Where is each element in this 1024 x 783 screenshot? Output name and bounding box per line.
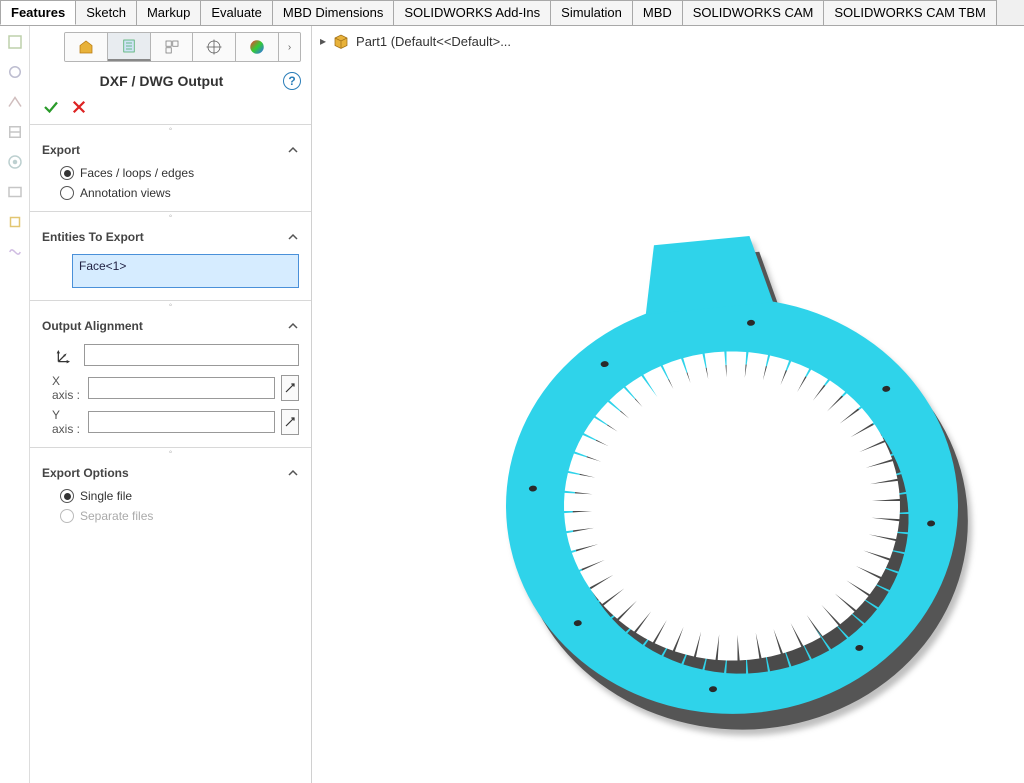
export-radio-faces[interactable]: Faces / loops / edges [42, 163, 299, 183]
fm-tab-property[interactable] [108, 33, 151, 61]
section-alignment-head: Output Alignment [42, 319, 143, 333]
part-icon [332, 32, 350, 50]
chevron-up-icon[interactable] [287, 231, 299, 243]
section-entities-head: Entities To Export [42, 230, 144, 244]
help-icon[interactable]: ? [283, 72, 301, 90]
tool-icon-3[interactable] [5, 92, 25, 112]
options-radio-separate-label: Separate files [80, 509, 153, 523]
section-alignment: Output Alignment X axis : Y axis : [30, 309, 311, 448]
yaxis-label: Y axis : [52, 408, 82, 436]
breadcrumb-expand-icon[interactable]: ▸ [320, 34, 326, 48]
options-radio-separate: Separate files [42, 506, 299, 526]
chevron-up-icon[interactable] [287, 144, 299, 156]
radio-dot-icon [60, 166, 74, 180]
section-entities: Entities To Export Face<1> [30, 220, 311, 301]
fm-tab-config[interactable] [151, 33, 194, 61]
entities-selection-box[interactable]: Face<1> [72, 254, 299, 288]
ribbon-tab-features[interactable]: Features [0, 0, 76, 25]
tool-icon-8[interactable] [5, 242, 25, 262]
export-radio-annotation-label: Annotation views [80, 186, 171, 200]
section-export-options: Export Options Single file Separate file… [30, 456, 311, 534]
ribbon-tabs: FeaturesSketchMarkupEvaluateMBD Dimensio… [0, 0, 1024, 26]
model-part[interactable] [462, 206, 1002, 766]
entity-item[interactable]: Face<1> [79, 259, 292, 273]
property-panel: › DXF / DWG Output ? ◦ Export Faces / lo… [30, 26, 312, 783]
section-export: Export Faces / loops / edges Annotation … [30, 133, 311, 212]
ribbon-tab-sketch[interactable]: Sketch [75, 0, 137, 25]
fm-tab-dim[interactable] [193, 33, 236, 61]
tool-icon-7[interactable] [5, 212, 25, 232]
ribbon-tab-mbd[interactable]: MBD [632, 0, 683, 25]
section-export-head: Export [42, 143, 80, 157]
breadcrumb-text: Part1 (Default<<Default>... [356, 34, 511, 49]
tool-icon-1[interactable] [5, 32, 25, 52]
alignment-primary-input[interactable] [84, 344, 299, 366]
export-radio-faces-label: Faces / loops / edges [80, 166, 194, 180]
panel-grip-3[interactable]: ◦ [30, 301, 311, 309]
cancel-button[interactable] [70, 98, 88, 116]
left-tool-column [0, 26, 30, 783]
radio-dot-icon [60, 489, 74, 503]
yaxis-input[interactable] [88, 411, 275, 433]
ribbon-tab-evaluate[interactable]: Evaluate [200, 0, 273, 25]
radio-dot-icon [60, 509, 74, 523]
breadcrumb[interactable]: ▸ Part1 (Default<<Default>... [320, 32, 511, 50]
chevron-up-icon[interactable] [287, 320, 299, 332]
export-radio-annotation[interactable]: Annotation views [42, 183, 299, 203]
panel-grip-2[interactable]: ◦ [30, 212, 311, 220]
feature-manager-tabs: › [64, 32, 301, 62]
yaxis-flip-button[interactable] [281, 409, 299, 435]
xaxis-input[interactable] [88, 377, 275, 399]
fm-tab-more[interactable]: › [279, 33, 300, 61]
fm-tab-assembly[interactable] [65, 33, 108, 61]
graphics-viewport[interactable]: ▸ Part1 (Default<<Default>... [312, 26, 1024, 783]
ribbon-tab-mbd-dimensions[interactable]: MBD Dimensions [272, 0, 394, 25]
ribbon-tab-solidworks-add-ins[interactable]: SOLIDWORKS Add-Ins [393, 0, 551, 25]
options-radio-single-label: Single file [80, 489, 132, 503]
workspace: › DXF / DWG Output ? ◦ Export Faces / lo… [0, 26, 1024, 783]
ribbon-tab-simulation[interactable]: Simulation [550, 0, 633, 25]
ok-button[interactable] [42, 98, 60, 116]
xaxis-flip-button[interactable] [281, 375, 299, 401]
section-export-options-head: Export Options [42, 466, 129, 480]
ribbon-tab-solidworks-cam[interactable]: SOLIDWORKS CAM [682, 0, 825, 25]
tool-icon-2[interactable] [5, 62, 25, 82]
tool-icon-4[interactable] [5, 122, 25, 142]
xaxis-label: X axis : [52, 374, 82, 402]
options-radio-single[interactable]: Single file [42, 486, 299, 506]
panel-grip-4[interactable]: ◦ [30, 448, 311, 456]
fm-tab-appearance[interactable] [236, 33, 279, 61]
tool-icon-6[interactable] [5, 182, 25, 202]
panel-grip-1[interactable]: ◦ [30, 125, 311, 133]
tool-icon-5[interactable] [5, 152, 25, 172]
triad-icon[interactable] [52, 342, 78, 368]
chevron-up-icon[interactable] [287, 467, 299, 479]
radio-dot-icon [60, 186, 74, 200]
ribbon-tab-markup[interactable]: Markup [136, 0, 201, 25]
panel-title: DXF / DWG Output [40, 73, 283, 89]
ribbon-tab-solidworks-cam-tbm[interactable]: SOLIDWORKS CAM TBM [823, 0, 996, 25]
